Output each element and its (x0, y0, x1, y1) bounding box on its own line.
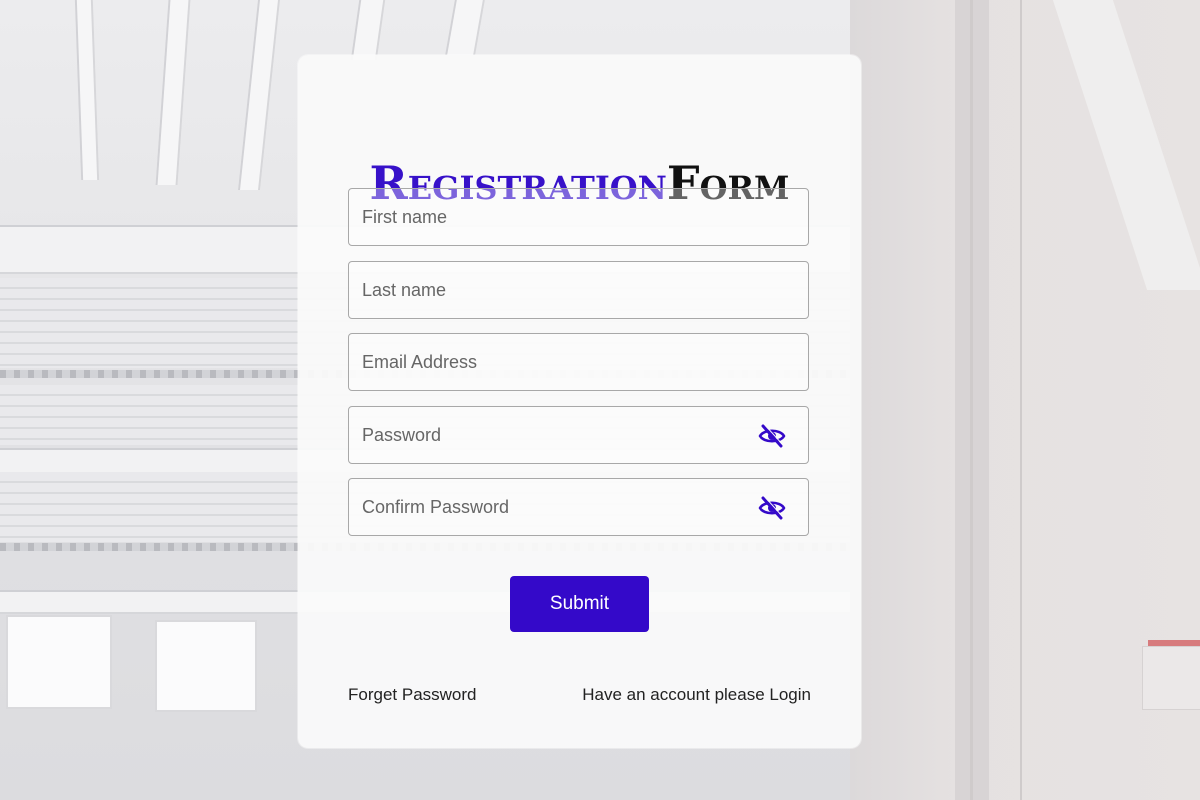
eye-slash-icon[interactable] (758, 424, 786, 448)
window (6, 615, 112, 709)
first-name-field (348, 188, 809, 246)
email-field (348, 333, 809, 391)
wall-edge (970, 0, 973, 800)
submit-button[interactable]: Submit (510, 576, 649, 632)
wall-edge (1020, 0, 1022, 800)
login-link[interactable]: Have an account please Login (582, 685, 811, 705)
registration-card: RegistrationForm Submit Forget Password … (298, 55, 861, 748)
eye-slash-icon[interactable] (758, 496, 786, 520)
confirm-password-field (348, 478, 809, 536)
password-field (348, 406, 809, 464)
wall-sign (1142, 646, 1200, 710)
password-input[interactable] (349, 407, 808, 463)
last-name-field (348, 261, 809, 319)
forget-password-link[interactable]: Forget Password (348, 685, 477, 705)
confirm-password-input[interactable] (349, 479, 808, 535)
last-name-input[interactable] (349, 262, 808, 318)
window (155, 620, 257, 712)
first-name-input[interactable] (349, 189, 808, 245)
email-input[interactable] (349, 334, 808, 390)
